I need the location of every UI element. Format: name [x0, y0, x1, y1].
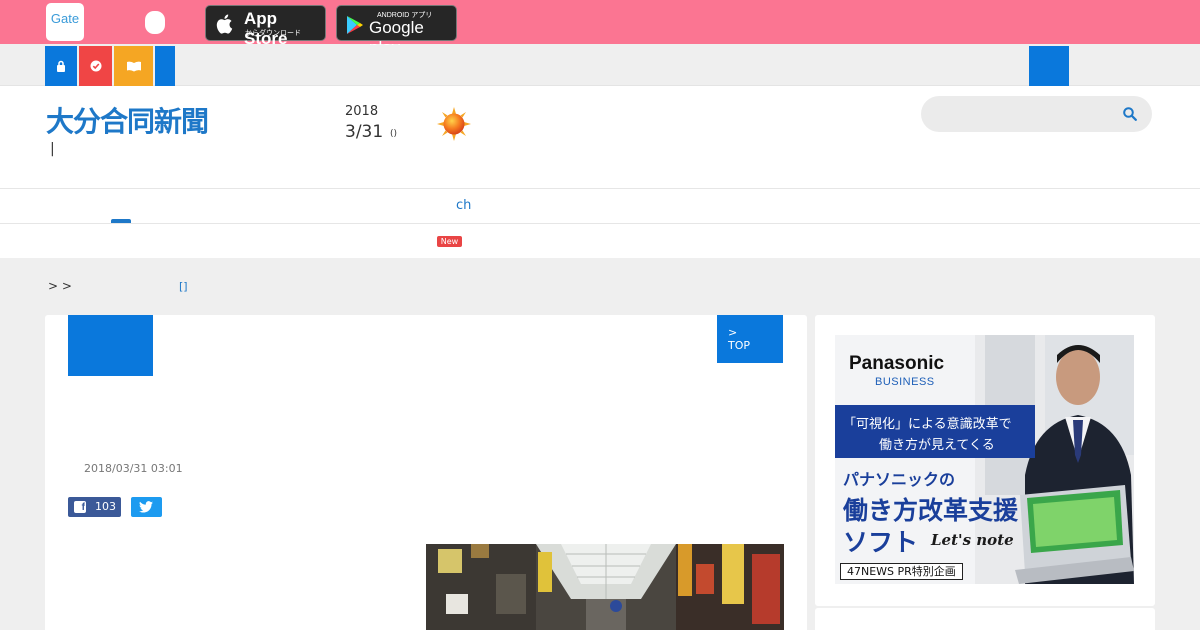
facebook-share-count: 103 [95, 500, 116, 513]
current-date: 3/31 [345, 122, 384, 142]
ad-headline-2: 働き方が見えてくる [879, 438, 995, 453]
ad-headline-1: 「可視化」による意識改革で [843, 417, 1012, 432]
twitter-icon [139, 501, 153, 513]
article-timestamp: 2018/03/31 03:01 [84, 462, 183, 475]
category-label[interactable] [68, 315, 153, 376]
sun-icon [437, 107, 471, 141]
app-store-button[interactable]: App Store からダウンロード [205, 5, 326, 48]
ad-sub-1: パナソニックの [843, 470, 956, 489]
search-input[interactable] [921, 96, 1152, 132]
nav-divider-top [0, 188, 1200, 189]
site-logo[interactable]: 大分合同新聞 [46, 100, 209, 140]
arcade-street-photo [426, 544, 784, 630]
ad-headline-band: 「可視化」による意識改革で 働き方が見えてくる [835, 405, 1035, 458]
app-store-sublabel: からダウンロード [245, 30, 301, 37]
day-of-week: () [390, 129, 398, 139]
apple-icon [216, 14, 233, 34]
channel-link[interactable]: ch [456, 198, 471, 213]
ad-sub-2: 働き方改革支援 [843, 496, 1019, 525]
top-app-bar: Gate App Store からダウンロード ANDROID アプリ Goog… [0, 0, 1200, 57]
new-badge: New [437, 236, 462, 247]
ad-brand-sub: BUSINESS [875, 376, 935, 388]
gate-app-logo[interactable]: Gate [46, 3, 84, 41]
current-year: 2018 [345, 104, 379, 119]
check-menu-button[interactable] [79, 46, 112, 86]
lock-icon [57, 60, 65, 72]
breadcrumb: > > [48, 279, 72, 293]
google-play-button[interactable]: ANDROID アプリ Google play [336, 5, 457, 57]
ad-pr-label: 47NEWS PR特別企画 [840, 563, 963, 580]
book-menu-button[interactable] [114, 46, 153, 86]
twitter-share-button[interactable] [131, 497, 162, 517]
sidebar-card [815, 608, 1155, 630]
back-to-top-label: > TOP [728, 326, 751, 352]
site-header: 大分合同新聞 | 2018 3/31 () ch New [0, 86, 1200, 258]
breadcrumb-link[interactable]: [] [179, 280, 188, 293]
google-play-icon [347, 16, 363, 34]
check-circle-icon [90, 60, 101, 72]
nav-divider-bottom [0, 223, 1200, 224]
back-to-top-button[interactable]: > TOP [717, 315, 783, 363]
article-photo[interactable] [426, 544, 784, 630]
search-icon[interactable] [1123, 107, 1137, 121]
facebook-share-button[interactable]: f 103 [68, 497, 121, 517]
header-text-cursor: | [50, 141, 55, 157]
service-nav-bar [0, 45, 1200, 86]
ad-sub-3: ソフト [843, 528, 919, 557]
ad-product-logo: Let's note [931, 531, 1014, 549]
toggle-pill[interactable] [145, 11, 165, 34]
panasonic-ad-banner[interactable]: Panasonic BUSINESS 「可視化」による意識改革で 働き方が見えて… [835, 335, 1134, 584]
account-button[interactable] [1029, 46, 1069, 86]
menu-button[interactable] [155, 46, 175, 86]
lock-menu-button[interactable] [45, 46, 77, 86]
facebook-icon: f [74, 501, 86, 513]
gate-logo-text: Gate [50, 11, 80, 26]
ad-brand: Panasonic [849, 353, 945, 374]
book-icon [126, 61, 141, 72]
